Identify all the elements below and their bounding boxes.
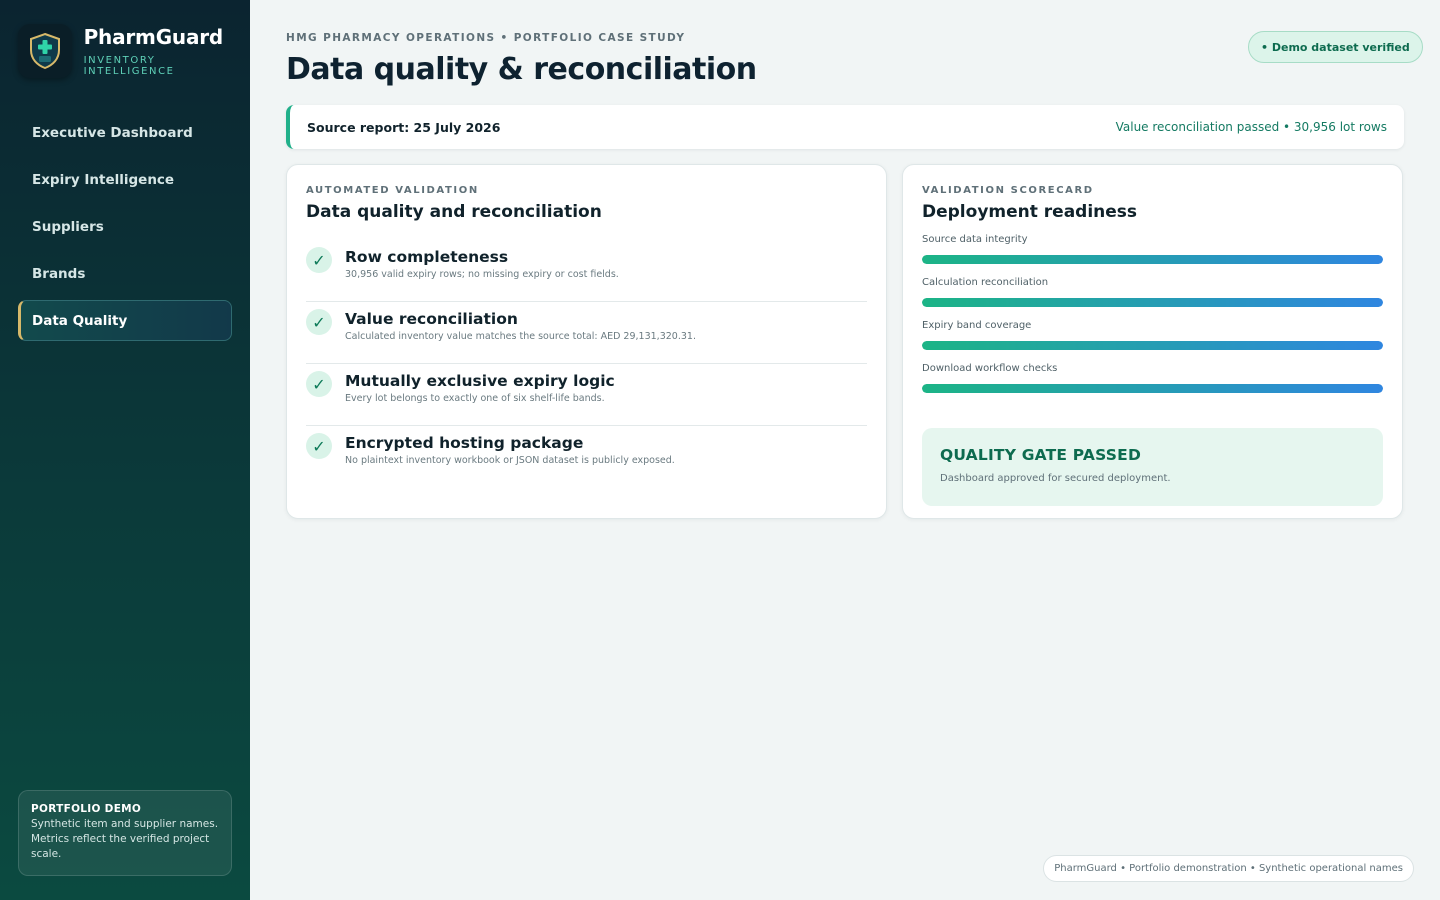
list-item: ✓ Encrypted hosting package No plaintext… [306,426,867,488]
demo-text: Synthetic item and supplier names. Metri… [31,818,219,860]
portfolio-demo-note: PORTFOLIO DEMO Synthetic item and suppli… [18,790,232,876]
progress-fill [922,255,1383,264]
brand[interactable]: PharmGuard INVENTORY INTELLIGENCE [18,24,250,78]
progress-bar [922,298,1383,307]
quality-gate-title: QUALITY GATE PASSED [940,446,1142,464]
check-title: Row completeness [345,248,509,266]
page-title: Data quality & reconciliation [286,52,757,87]
progress-fill [922,384,1383,393]
sidebar-nav: Executive Dashboard Expiry Intelligence … [18,112,232,347]
card-eyebrow: AUTOMATED VALIDATION [306,185,479,196]
metric-download-workflow-checks: Download workflow checks [922,363,1383,406]
progress-bar [922,341,1383,350]
brand-name: PharmGuard [83,25,224,49]
card-title: Deployment readiness [922,202,1138,222]
footer-note: PharmGuard • Portfolio demonstration • S… [1043,855,1414,882]
check-description: Every lot belongs to exactly one of six … [345,393,605,404]
shield-cross-icon [18,24,72,78]
source-report-label: Source report: 25 July 2026 [307,119,501,135]
check-description: Calculated inventory value matches the s… [345,331,696,342]
check-title: Mutually exclusive expiry logic [345,372,615,390]
check-title: Value reconciliation [345,310,518,328]
scorecard-card: VALIDATION SCORECARD Deployment readines… [902,164,1403,519]
list-item: ✓ Value reconciliation Calculated invent… [306,302,867,364]
metric-label: Source data integrity [922,234,1028,245]
check-icon: ✓ [306,433,332,459]
metric-label: Download workflow checks [922,363,1058,374]
metric-calculation-reconciliation: Calculation reconciliation [922,277,1383,320]
card-title: Data quality and reconciliation [306,202,602,222]
progress-fill [922,341,1383,350]
progress-bar [922,255,1383,264]
quality-gate-panel: QUALITY GATE PASSED Dashboard approved f… [922,428,1383,506]
sidebar-item-suppliers[interactable]: Suppliers [18,206,232,247]
metric-label: Expiry band coverage [922,320,1032,331]
sidebar-item-executive-dashboard[interactable]: Executive Dashboard [18,112,232,153]
validation-card: AUTOMATED VALIDATION Data quality and re… [286,164,887,519]
page-eyebrow: HMG PHARMACY OPERATIONS • PORTFOLIO CASE… [286,32,686,44]
progress-fill [922,298,1383,307]
check-icon: ✓ [306,247,332,273]
metric-source-data-integrity: Source data integrity [922,234,1383,277]
sidebar-item-data-quality[interactable]: Data Quality [18,300,232,341]
metric-list: Source data integrity Calculation reconc… [922,234,1383,406]
source-report-bar: Source report: 25 July 2026 Value reconc… [286,105,1404,149]
reconciliation-status: Value reconciliation passed • 30,956 lot… [1115,120,1387,134]
quality-gate-text: Dashboard approved for secured deploymen… [940,473,1171,484]
list-item: ✓ Row completeness 30,956 valid expiry r… [306,240,867,302]
check-icon: ✓ [306,309,332,335]
sidebar-item-brands[interactable]: Brands [18,253,232,294]
sidebar: PharmGuard INVENTORY INTELLIGENCE Execut… [0,0,250,900]
brand-tagline: INVENTORY INTELLIGENCE [83,55,175,77]
check-list: ✓ Row completeness 30,956 valid expiry r… [306,240,867,488]
check-title: Encrypted hosting package [345,434,584,452]
metric-label: Calculation reconciliation [922,277,1049,288]
check-description: No plaintext inventory workbook or JSON … [345,455,675,466]
metric-expiry-band-coverage: Expiry band coverage [922,320,1383,363]
check-description: 30,956 valid expiry rows; no missing exp… [345,269,619,280]
status-badge: • Demo dataset verified [1248,31,1423,63]
check-icon: ✓ [306,371,332,397]
list-item: ✓ Mutually exclusive expiry logic Every … [306,364,867,426]
card-eyebrow: VALIDATION SCORECARD [922,185,1094,196]
sidebar-item-expiry-intelligence[interactable]: Expiry Intelligence [18,159,232,200]
demo-title: PORTFOLIO DEMO [31,803,142,815]
progress-bar [922,384,1383,393]
